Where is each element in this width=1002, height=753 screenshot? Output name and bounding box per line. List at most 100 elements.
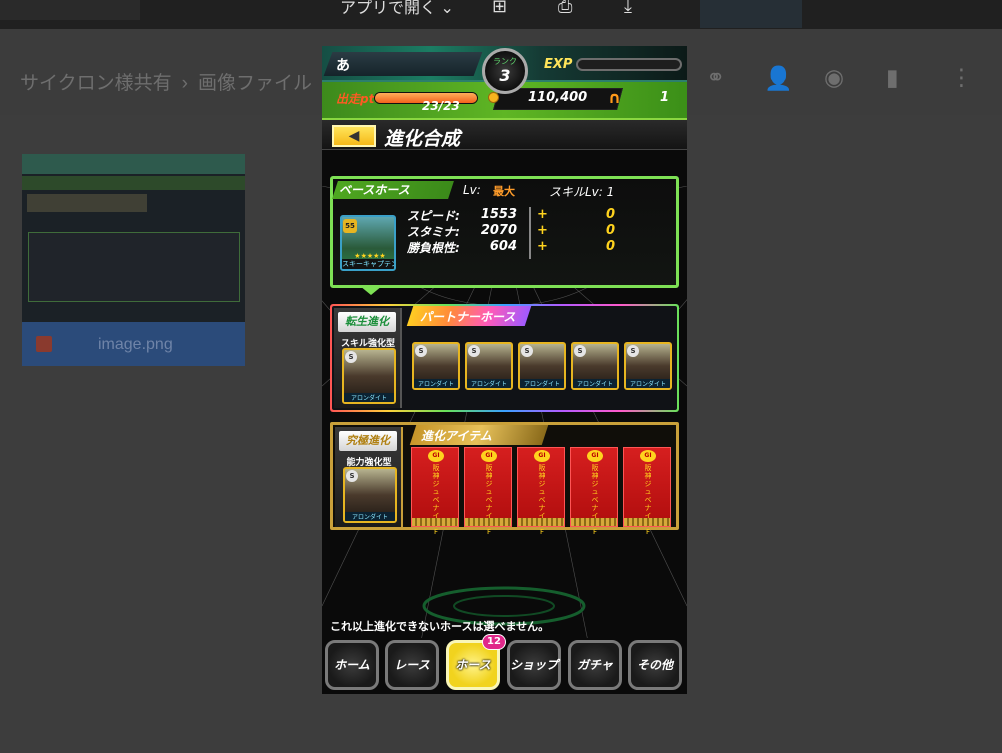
evolution-item[interactable]: GI阪神ジュベナイルF	[570, 447, 618, 536]
more-icon[interactable]: ⋮	[950, 65, 973, 91]
partner-name: アロンダイト	[414, 379, 458, 388]
player-name: あ	[336, 58, 350, 74]
link-icon[interactable]: ⚭	[706, 65, 725, 91]
nav-race[interactable]: レース	[385, 640, 439, 690]
rebirth-panel: 転生進化 スキル強化型 S アロンダイト	[334, 308, 402, 408]
lv-value: 最大	[493, 185, 515, 198]
lv-label: Lv:	[463, 183, 481, 197]
rebirth-horse-name: アロンダイト	[344, 393, 394, 402]
pt-label: 出走pt	[336, 92, 375, 106]
rank-badge: ランク 3	[482, 48, 528, 94]
skill-badge-icon: S	[627, 345, 639, 357]
ultimate-panel: 究極進化 能力強化型 S アロンダイト	[335, 427, 403, 527]
share-icon[interactable]: 👤	[764, 65, 793, 92]
rebirth-evolution-card[interactable]: 転生進化 スキル強化型 S アロンダイト パートナーホース S アロンダイト S ア…	[330, 304, 679, 412]
stat-label: 勝負根性:	[407, 241, 460, 255]
partner-name: アロンダイト	[467, 379, 511, 388]
evolution-item[interactable]: GI阪神ジュベナイルF	[411, 447, 459, 536]
nav-label: レース	[394, 658, 430, 672]
exp-bar	[576, 58, 682, 71]
nav-label: ガチャ	[577, 658, 613, 672]
rebirth-horse-icon: S アロンダイト	[342, 348, 396, 404]
gi-emblem: GI	[481, 450, 497, 462]
base-horse-card[interactable]: ベースホース Lv: 最大 スキルLv: 1 55 ★★★★★ スキーキャプテン…	[330, 176, 679, 288]
partner-slot[interactable]: S アロンダイト	[624, 342, 672, 390]
nav-label: ホース	[455, 658, 491, 672]
plus-icon: +	[537, 239, 548, 254]
evolution-item[interactable]: GI阪神ジュベナイルF	[464, 447, 512, 536]
stat-bonus: 0	[605, 207, 615, 222]
add-to-drive-icon[interactable]: ⊞	[492, 0, 507, 17]
skill-badge-icon: S	[345, 351, 357, 363]
divider	[529, 207, 531, 259]
partner-name: アロンダイト	[520, 379, 564, 388]
stat-label: スタミナ:	[407, 225, 460, 239]
ultimate-evolution-card[interactable]: 究極進化 能力強化型 S アロンダイト 進化アイテム GI阪神ジュベナイルF G…	[330, 422, 679, 536]
skill-badge-icon: S	[346, 470, 358, 482]
back-arrow-icon: ◀	[348, 128, 360, 144]
plus-icon: +	[537, 223, 548, 238]
ultimate-horse-name: アロンダイト	[345, 512, 395, 521]
chevron-right-icon: ›	[181, 73, 188, 94]
skill-badge-icon: S	[574, 345, 586, 357]
partner-header: パートナーホース	[420, 310, 516, 324]
horseshoe-icon: ∩	[608, 88, 621, 107]
nav-label: ホーム	[334, 658, 370, 672]
open-with-label: アプリで開く	[340, 0, 437, 17]
nav-shop[interactable]: ショップ	[507, 640, 561, 690]
back-button[interactable]: ◀	[332, 125, 376, 147]
item-header: 進化アイテム	[421, 429, 492, 443]
skill-badge-icon: S	[521, 345, 533, 357]
breadcrumb-item[interactable]: サイクロン様共有	[20, 73, 172, 94]
gold-value: 110,400	[528, 90, 588, 105]
stat-label: スピード:	[407, 209, 460, 223]
stat-bonus: 0	[605, 223, 615, 238]
rebirth-tag: 転生進化	[338, 312, 396, 332]
file-preview	[22, 154, 245, 322]
breadcrumb-item[interactable]: 画像ファイル	[198, 73, 312, 94]
base-horse-icon: 55 ★★★★★ スキーキャプテン	[340, 215, 396, 271]
game-screen: あ EXP 出走pt 23/23 110,400 ∩ 1 ランク 3 ◀ 進化合…	[322, 46, 687, 694]
image-file-icon	[36, 336, 52, 352]
gi-emblem: GI	[534, 450, 550, 462]
notice-text: これ以上進化できないホースは選べません。	[330, 620, 550, 633]
skill-badge-icon: S	[415, 345, 427, 357]
base-horse-name: スキーキャプテン	[342, 259, 396, 269]
print-icon[interactable]: ⎙	[558, 0, 572, 17]
partner-slot[interactable]: S アロンダイト	[571, 342, 619, 390]
stat-value: 604	[489, 239, 517, 254]
open-with-button[interactable]: アプリで開く ⌄	[340, 0, 454, 18]
stat-value: 1553	[480, 207, 517, 222]
file-title-area	[0, 0, 140, 20]
partner-slot[interactable]: S アロンダイト	[465, 342, 513, 390]
gi-emblem: GI	[640, 450, 656, 462]
skill-badge-icon: S	[468, 345, 480, 357]
delete-icon[interactable]: ▮	[886, 65, 899, 91]
nav-home[interactable]: ホーム	[325, 640, 379, 690]
page-title: 進化合成	[384, 128, 461, 150]
skill-lv: スキルLv: 1	[549, 185, 615, 199]
breadcrumb: サイクロン様共有 › 画像ファイル	[20, 68, 312, 95]
evolution-item[interactable]: GI阪神ジュベナイルF	[517, 447, 565, 536]
partner-slot[interactable]: S アロンダイト	[412, 342, 460, 390]
pt-value: 23/23	[422, 99, 460, 113]
file-name: image.png	[98, 336, 173, 353]
download-icon[interactable]: ⤓	[624, 0, 632, 17]
nav-label: ショップ	[510, 658, 559, 672]
nav-gacha[interactable]: ガチャ	[568, 640, 622, 690]
nav-label: その他	[636, 658, 673, 672]
ultimate-horse-icon: S アロンダイト	[343, 467, 397, 523]
preview-icon[interactable]: ◉	[824, 65, 844, 91]
stat-value: 2070	[480, 223, 517, 238]
partner-name: アロンダイト	[626, 379, 670, 388]
down-arrow-icon	[360, 286, 382, 295]
nav-other[interactable]: その他	[628, 640, 682, 690]
horseshoe-count: 1	[660, 90, 670, 105]
file-thumbnail-card[interactable]: image.png	[22, 154, 245, 366]
partner-slot[interactable]: S アロンダイト	[518, 342, 566, 390]
gi-emblem: GI	[587, 450, 603, 462]
evolution-item[interactable]: GI阪神ジュベナイルF	[623, 447, 671, 536]
rank-value: 3	[499, 66, 511, 85]
viewer-right-area	[700, 0, 802, 28]
partner-name: アロンダイト	[573, 379, 617, 388]
